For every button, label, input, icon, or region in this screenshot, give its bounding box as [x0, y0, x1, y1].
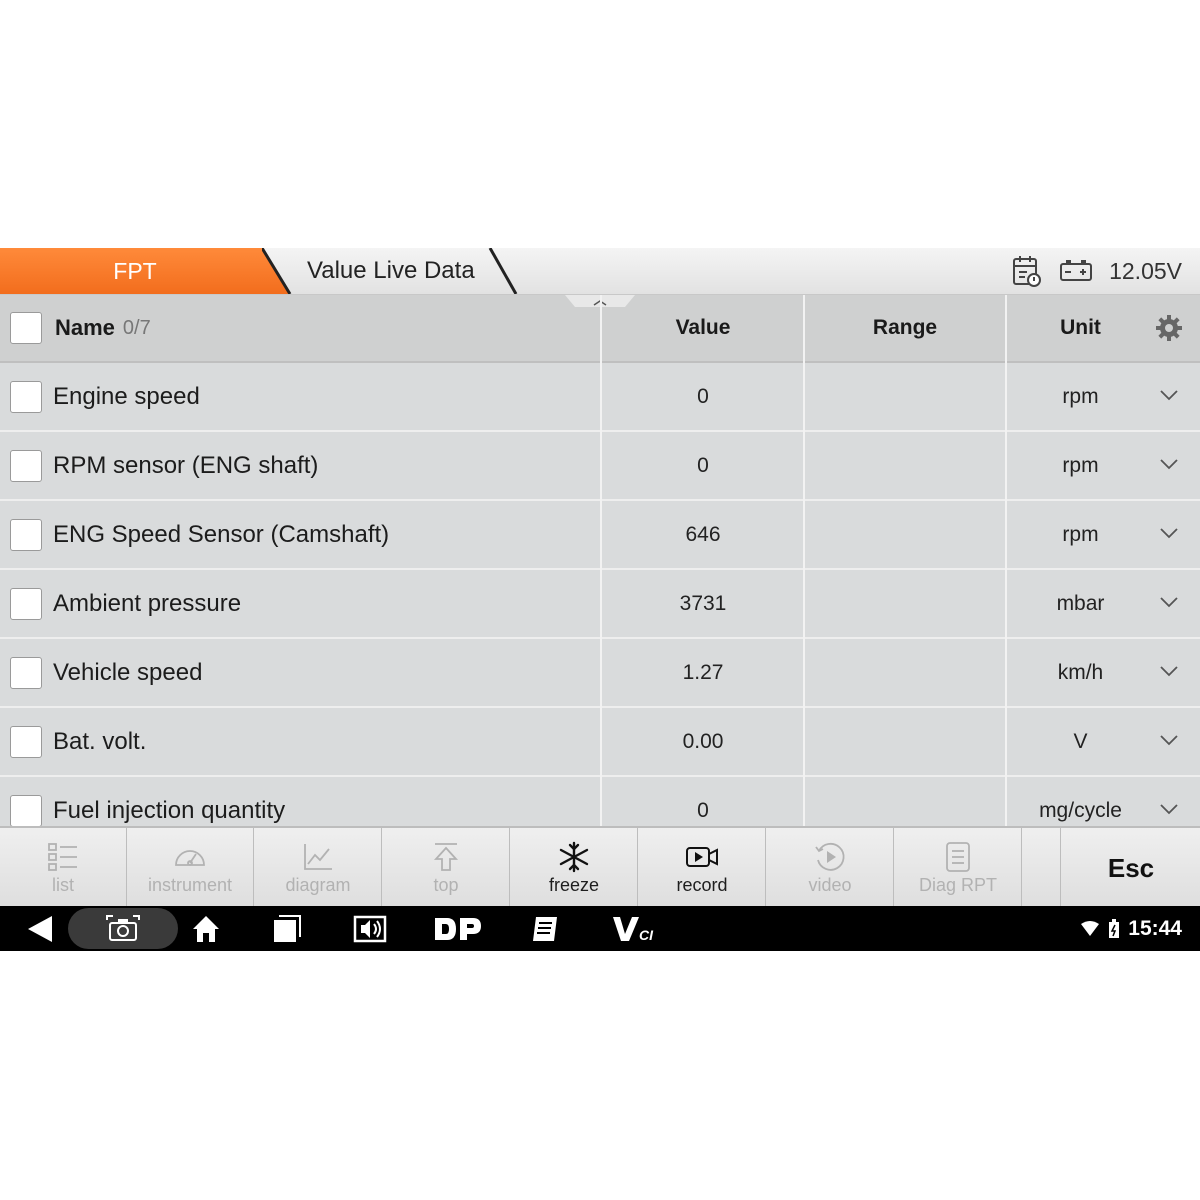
chevron-down-icon[interactable] [1158, 525, 1180, 541]
row-name: Engine speed [53, 382, 200, 410]
column-divider [600, 295, 602, 826]
chevron-down-icon[interactable] [1158, 387, 1180, 403]
svg-text:CI: CI [639, 927, 654, 943]
esc-button[interactable]: Esc [1060, 828, 1200, 908]
row-unit[interactable]: rpm [1008, 501, 1153, 568]
back-icon[interactable] [26, 914, 54, 944]
vci-icon[interactable]: CI [612, 914, 656, 944]
row-value: 1.27 [682, 660, 724, 684]
row-checkbox[interactable] [10, 726, 42, 758]
row-name: ENG Speed Sensor (Camshaft) [53, 520, 390, 548]
row-checkbox[interactable] [10, 381, 42, 413]
tab-fpt[interactable]: FPT [0, 248, 290, 294]
battery-voltage: 12.05V [1109, 257, 1182, 284]
row-value: 0.00 [682, 729, 724, 753]
diag-report-button[interactable]: Diag RPT [895, 828, 1022, 908]
recent-apps-icon[interactable] [272, 914, 302, 944]
chevron-down-icon[interactable] [1158, 732, 1180, 748]
tab-separator [488, 248, 518, 294]
video-label: video [808, 874, 852, 895]
header-name-label: Name [55, 315, 115, 340]
document-icon [946, 841, 970, 872]
bottom-toolbar: list instrument diagram top freeze recor… [0, 826, 1200, 908]
app-screen: FPT Value Live Data 12.05V Name 0/7 Valu… [0, 248, 1200, 951]
screenshot-camera-icon[interactable] [106, 914, 140, 944]
row-unit[interactable]: rpm [1008, 363, 1153, 430]
instrument-label: instrument [147, 874, 233, 895]
instrument-button[interactable]: instrument [127, 828, 254, 908]
row-name: Bat. volt. [53, 727, 147, 755]
column-divider [803, 295, 805, 826]
diagram-label: diagram [285, 874, 351, 895]
row-checkbox[interactable] [10, 657, 42, 689]
dp-logo-icon[interactable] [433, 914, 483, 944]
diag-report-label: Diag RPT [918, 874, 998, 895]
top-button[interactable]: top [383, 828, 510, 908]
column-header-name: Name 0/7 [55, 295, 151, 361]
row-unit[interactable]: rpm [1008, 432, 1153, 499]
title-bar: FPT Value Live Data 12.05V [0, 248, 1200, 295]
gauge-icon [175, 849, 205, 866]
system-navbar: CI 15:44 [0, 906, 1200, 951]
record-button[interactable]: record [639, 828, 766, 908]
arrow-up-icon [433, 842, 459, 871]
wifi-icon [1081, 920, 1100, 936]
video-camera-icon [686, 846, 718, 867]
video-button[interactable]: video [767, 828, 894, 908]
battery-icon [1060, 260, 1093, 281]
row-unit[interactable]: V [1008, 708, 1153, 775]
selection-count: 0/7 [122, 316, 151, 339]
row-value: 0 [697, 453, 709, 477]
list-icon [48, 842, 77, 871]
list-button[interactable]: list [0, 828, 127, 908]
freeze-label: freeze [548, 874, 600, 895]
status-area: 12.05V [1011, 248, 1182, 294]
row-name: Ambient pressure [53, 589, 242, 617]
chevron-down-icon[interactable] [1158, 456, 1180, 472]
calendar-report-icon[interactable] [1011, 254, 1043, 288]
battery-status-icon [1109, 918, 1120, 938]
home-icon[interactable] [191, 914, 221, 944]
row-checkbox[interactable] [10, 519, 42, 551]
column-header-range: Range [872, 316, 938, 339]
select-all-checkbox[interactable] [10, 312, 42, 344]
row-name: Vehicle speed [53, 658, 203, 686]
freeze-button[interactable]: freeze [511, 828, 638, 908]
row-unit[interactable]: km/h [1008, 639, 1153, 706]
row-value: 646 [685, 522, 721, 546]
top-label: top [433, 874, 459, 895]
list-label: list [52, 874, 74, 895]
row-value: 0 [697, 384, 709, 408]
manual-book-icon[interactable] [530, 914, 560, 944]
chevron-down-icon[interactable] [1158, 801, 1180, 817]
row-checkbox[interactable] [10, 795, 42, 827]
record-label: record [676, 874, 728, 895]
snowflake-icon [559, 841, 589, 872]
chevron-down-icon[interactable] [1158, 663, 1180, 679]
tab-fpt-label: FPT [113, 257, 157, 284]
column-header-value: Value [675, 316, 731, 339]
play-circle-icon [815, 842, 845, 871]
gear-icon[interactable] [1155, 314, 1183, 342]
row-name: RPM sensor (ENG shaft) [53, 451, 319, 479]
tab-value-live-data[interactable]: Value Live Data [275, 248, 515, 294]
tab-live-label: Value Live Data [307, 257, 475, 284]
volume-box-icon[interactable] [353, 914, 387, 944]
column-header-unit: Unit [1060, 316, 1101, 339]
chevron-down-icon[interactable] [1158, 594, 1180, 610]
row-checkbox[interactable] [10, 450, 42, 482]
diagram-button[interactable]: diagram [255, 828, 382, 908]
row-checkbox[interactable] [10, 588, 42, 620]
row-unit[interactable]: mbar [1008, 570, 1153, 637]
column-divider [1005, 295, 1007, 826]
clock-time: 15:44 [1128, 916, 1182, 940]
line-chart-icon [304, 843, 332, 870]
status-clock-area: 15:44 [1080, 906, 1182, 951]
row-value: 3731 [679, 591, 727, 615]
